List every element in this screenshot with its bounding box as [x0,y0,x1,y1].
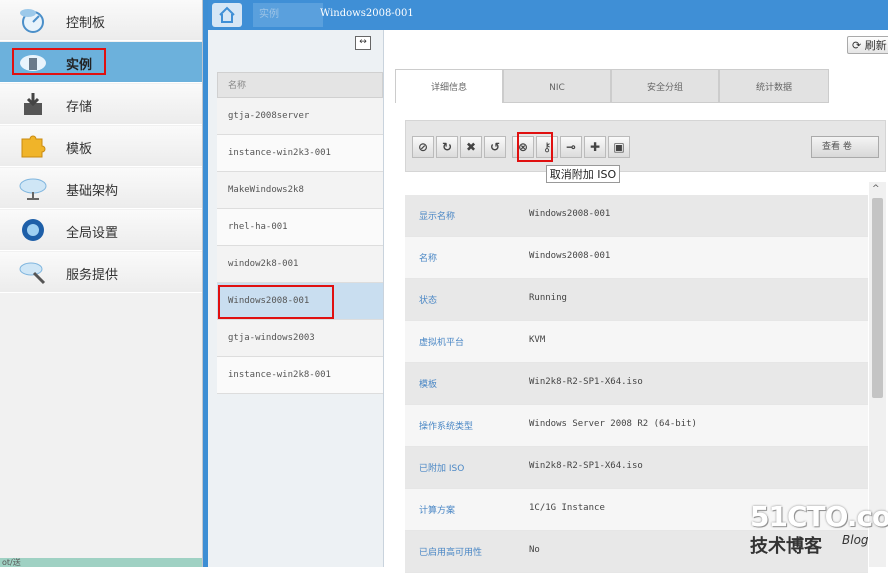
instance-table: 名称 gtja-2008server instance-win2k3-001 M… [217,72,383,394]
console-button[interactable]: ▣ [608,136,630,158]
sidebar-item-templates[interactable]: 模板 [0,126,202,167]
migrate-icon: ✚ [589,140,601,154]
property-key: 计算方案 [419,506,456,516]
puzzle-icon [21,135,46,158]
scroll-up-icon[interactable]: ^ [872,184,880,194]
service-offering-icon [19,262,46,285]
sidebar-item-label: 全局设置 [66,226,119,241]
property-value: No [529,545,540,555]
sidebar-item-storage[interactable]: 存储 [0,84,202,125]
table-row[interactable]: instance-win2k3-001 [217,135,383,172]
watermark: 51CTO.com 技术博客 Blog [750,500,888,560]
property-key: 已附加 ISO [419,464,465,474]
change-service-icon: ⊸ [565,140,577,154]
infrastructure-cloud-icon [19,178,47,200]
dashboard-icon [20,9,44,33]
property-row: 名称 Windows2008-001 [405,237,868,279]
table-row[interactable]: gtja-2008server [217,98,383,135]
sidebar-item-label: 服务提供 [66,268,119,283]
restore-icon: ↺ [489,140,501,154]
sidebar-item-label: 基础架构 [66,184,119,199]
refresh-button[interactable]: ⟳ 刷新 [847,36,888,54]
tooltip: 取消附加 ISO [546,165,620,183]
property-row: 虚拟机平台 KVM [405,321,868,363]
migrate-button[interactable]: ✚ [584,136,606,158]
property-key: 已启用高可用性 [419,548,483,558]
storage-icon [24,93,42,115]
property-key: 名称 [419,254,438,264]
scroll-thumb[interactable] [872,198,883,398]
property-row: 已附加 ISO Win2k8-R2-SP1-X64.iso [405,447,868,489]
table-row[interactable]: MakeWindows2k8 [217,172,383,209]
table-row[interactable]: instance-win2k8-001 [217,357,383,394]
sidebar-item-label: 控制板 [66,16,106,31]
table-row[interactable]: window2k8-001 [217,246,383,283]
table-row[interactable]: gtja-windows2003 [217,320,383,357]
property-value: Windows2008-001 [529,251,611,261]
property-key: 虚拟机平台 [419,338,465,348]
sidebar-item-dashboard[interactable]: 控制板 [0,0,202,41]
breadcrumb-current: Windows2008-001 [320,8,414,19]
property-key: 显示名称 [419,212,456,222]
property-row: 显示名称 Windows2008-001 [405,195,868,237]
property-value: 1C/1G Instance [529,503,605,513]
sidebar: 控制板 实例 存储 模板 基础架构 全局设置 服务提供 ot/送 [0,0,203,567]
breadcrumb-section[interactable]: 实例 [253,3,323,27]
destroy-icon: ✖ [465,140,477,154]
highlight-box [218,285,334,319]
status-strip: ot/送 [0,558,202,567]
column-header-name[interactable]: 名称 [217,72,383,98]
property-value: Windows2008-001 [529,209,611,219]
refresh-label: 刷新 [864,39,887,52]
table-row[interactable]: rhel-ha-001 [217,209,383,246]
breadcrumb: 实例 Windows2008-001 [208,0,888,31]
tab-statistics[interactable]: 统计数据 [719,69,829,103]
collapse-panel-button[interactable]: ↔ [355,36,371,50]
property-value: KVM [529,335,546,345]
sidebar-item-infrastructure[interactable]: 基础架构 [0,168,202,209]
property-key: 状态 [419,296,438,306]
change-service-button[interactable]: ⊸ [560,136,582,158]
console-icon: ▣ [613,140,625,154]
watermark-subtitle: 技术博客 [750,536,822,557]
stop-button[interactable]: ⊘ [412,136,434,158]
watermark-blog: Blog [842,533,869,547]
refresh-icon: ⟳ [852,39,862,52]
sidebar-item-global-settings[interactable]: 全局设置 [0,210,202,251]
tab-nic[interactable]: NIC [503,69,611,103]
property-key: 操作系统类型 [419,422,474,432]
tab-details[interactable]: 详细信息 [395,69,503,103]
property-value: Windows Server 2008 R2 (64-bit) [529,419,697,429]
property-key: 模板 [419,380,438,390]
watermark-logo: 51CTO.com [750,500,888,533]
property-row: 状态 Running [405,279,868,321]
sidebar-item-service-offerings[interactable]: 服务提供 [0,252,202,293]
sidebar-item-label: 模板 [66,142,93,157]
property-value: Win2k8-R2-SP1-X64.iso [529,461,643,471]
reboot-button[interactable]: ↻ [436,136,458,158]
view-volumes-button[interactable]: 查看 卷 [811,136,879,158]
global-settings-icon [22,219,44,241]
highlight-box [517,132,553,162]
highlight-box [12,48,106,75]
property-row: 模板 Win2k8-R2-SP1-X64.iso [405,363,868,405]
home-button[interactable] [212,3,242,27]
property-value: Win2k8-R2-SP1-X64.iso [529,377,643,387]
reboot-icon: ↻ [441,140,453,154]
tab-security-groups[interactable]: 安全分组 [611,69,719,103]
property-value: Running [529,293,567,303]
destroy-button[interactable]: ✖ [460,136,482,158]
sidebar-item-label: 存储 [66,100,93,115]
restore-button[interactable]: ↺ [484,136,506,158]
stop-icon: ⊘ [417,140,429,154]
property-row: 操作系统类型 Windows Server 2008 R2 (64-bit) [405,405,868,447]
home-icon [219,6,235,23]
